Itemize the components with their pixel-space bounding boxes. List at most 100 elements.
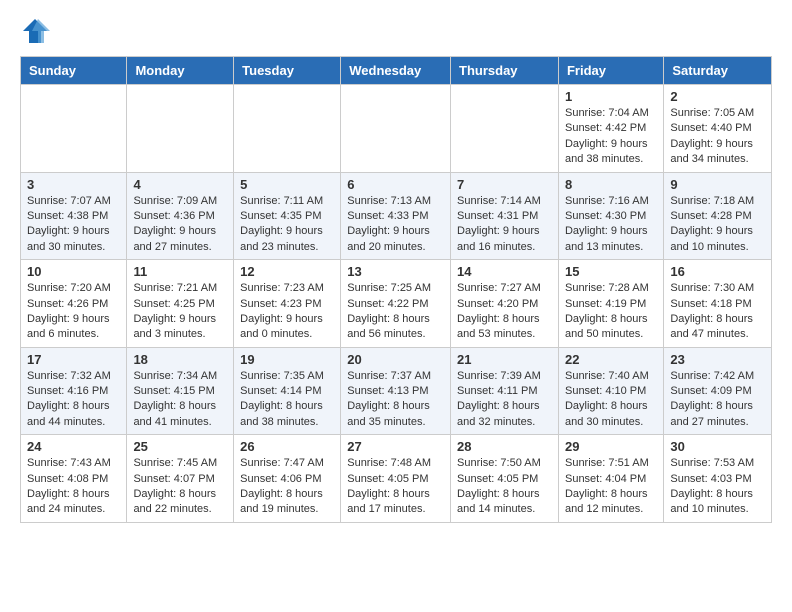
- day-number: 11: [133, 264, 227, 279]
- day-number: 26: [240, 439, 334, 454]
- day-number: 17: [27, 352, 120, 367]
- day-number: 15: [565, 264, 657, 279]
- day-info: Sunrise: 7:48 AM Sunset: 4:05 PM Dayligh…: [347, 456, 444, 518]
- day-info: Sunrise: 7:11 AM Sunset: 4:35 PM Dayligh…: [240, 194, 334, 256]
- day-info: Sunrise: 7:39 AM Sunset: 4:11 PM Dayligh…: [457, 369, 552, 431]
- day-info: Sunrise: 7:09 AM Sunset: 4:36 PM Dayligh…: [133, 194, 227, 256]
- day-cell: 9 Sunrise: 7:18 AM Sunset: 4:28 PM Daylig…: [664, 172, 772, 260]
- day-number: 2: [670, 89, 765, 104]
- day-info: Sunrise: 7:16 AM Sunset: 4:30 PM Dayligh…: [565, 194, 657, 256]
- day-info: Sunrise: 7:50 AM Sunset: 4:05 PM Dayligh…: [457, 456, 552, 518]
- col-header-friday: Friday: [558, 57, 663, 85]
- day-info: Sunrise: 7:27 AM Sunset: 4:20 PM Dayligh…: [457, 281, 552, 343]
- day-number: 13: [347, 264, 444, 279]
- calendar-table: SundayMondayTuesdayWednesdayThursdayFrid…: [20, 56, 772, 523]
- day-number: 8: [565, 177, 657, 192]
- day-cell: 28 Sunrise: 7:50 AM Sunset: 4:05 PM Dayli…: [451, 435, 559, 523]
- col-header-thursday: Thursday: [451, 57, 559, 85]
- col-header-saturday: Saturday: [664, 57, 772, 85]
- day-info: Sunrise: 7:40 AM Sunset: 4:10 PM Dayligh…: [565, 369, 657, 431]
- day-cell: 2 Sunrise: 7:05 AM Sunset: 4:40 PM Daylig…: [664, 85, 772, 173]
- day-number: 25: [133, 439, 227, 454]
- day-info: Sunrise: 7:45 AM Sunset: 4:07 PM Dayligh…: [133, 456, 227, 518]
- day-number: 6: [347, 177, 444, 192]
- day-number: 4: [133, 177, 227, 192]
- day-cell: 25 Sunrise: 7:45 AM Sunset: 4:07 PM Dayli…: [127, 435, 234, 523]
- day-number: 27: [347, 439, 444, 454]
- week-row-5: 24Sunrise: 7:43 AM Sunset: 4:08 PM Dayli…: [21, 435, 772, 523]
- day-cell: 15 Sunrise: 7:28 AM Sunset: 4:19 PM Dayli…: [558, 260, 663, 348]
- day-info: Sunrise: 7:47 AM Sunset: 4:06 PM Dayligh…: [240, 456, 334, 518]
- day-info: Sunrise: 7:05 AM Sunset: 4:40 PM Dayligh…: [670, 106, 765, 168]
- day-number: 5: [240, 177, 334, 192]
- day-cell: 4 Sunrise: 7:09 AM Sunset: 4:36 PM Daylig…: [127, 172, 234, 260]
- day-info: Sunrise: 7:30 AM Sunset: 4:18 PM Dayligh…: [670, 281, 765, 343]
- col-header-tuesday: Tuesday: [234, 57, 341, 85]
- day-cell: 19Sunrise: 7:35 AM Sunset: 4:14 PM Dayli…: [234, 347, 341, 435]
- day-cell: [451, 85, 559, 173]
- day-cell: [234, 85, 341, 173]
- day-cell: 22Sunrise: 7:40 AM Sunset: 4:10 PM Dayli…: [558, 347, 663, 435]
- day-number: 18: [133, 352, 227, 367]
- day-info: Sunrise: 7:34 AM Sunset: 4:15 PM Dayligh…: [133, 369, 227, 431]
- day-info: Sunrise: 7:14 AM Sunset: 4:31 PM Dayligh…: [457, 194, 552, 256]
- day-number: 1: [565, 89, 657, 104]
- day-cell: 18 Sunrise: 7:34 AM Sunset: 4:15 PM Dayli…: [127, 347, 234, 435]
- day-info: Sunrise: 7:20 AM Sunset: 4:26 PM Dayligh…: [27, 281, 120, 343]
- day-number: 28: [457, 439, 552, 454]
- day-number: 29: [565, 439, 657, 454]
- header-row: SundayMondayTuesdayWednesdayThursdayFrid…: [21, 57, 772, 85]
- day-cell: 17 Sunrise: 7:32 AM Sunset: 4:16 PM Dayli…: [21, 347, 127, 435]
- day-cell: [21, 85, 127, 173]
- page: SundayMondayTuesdayWednesdayThursdayFrid…: [0, 0, 792, 539]
- day-cell: 20Sunrise: 7:37 AM Sunset: 4:13 PM Dayli…: [341, 347, 451, 435]
- day-info: Sunrise: 7:42 AM Sunset: 4:09 PM Dayligh…: [670, 369, 765, 431]
- day-cell: [127, 85, 234, 173]
- day-cell: 21 Sunrise: 7:39 AM Sunset: 4:11 PM Dayli…: [451, 347, 559, 435]
- day-cell: 5 Sunrise: 7:11 AM Sunset: 4:35 PM Daylig…: [234, 172, 341, 260]
- day-info: Sunrise: 7:37 AM Sunset: 4:13 PM Dayligh…: [347, 369, 444, 431]
- day-info: Sunrise: 7:25 AM Sunset: 4:22 PM Dayligh…: [347, 281, 444, 343]
- day-cell: 26 Sunrise: 7:47 AM Sunset: 4:06 PM Dayli…: [234, 435, 341, 523]
- day-cell: 1 Sunrise: 7:04 AM Sunset: 4:42 PM Daylig…: [558, 85, 663, 173]
- week-row-2: 3 Sunrise: 7:07 AM Sunset: 4:38 PM Daylig…: [21, 172, 772, 260]
- day-cell: 29 Sunrise: 7:51 AM Sunset: 4:04 PM Dayli…: [558, 435, 663, 523]
- day-cell: 14Sunrise: 7:27 AM Sunset: 4:20 PM Dayli…: [451, 260, 559, 348]
- day-cell: 8 Sunrise: 7:16 AM Sunset: 4:30 PM Daylig…: [558, 172, 663, 260]
- day-number: 21: [457, 352, 552, 367]
- day-cell: 13 Sunrise: 7:25 AM Sunset: 4:22 PM Dayli…: [341, 260, 451, 348]
- header: [20, 16, 772, 46]
- day-number: 23: [670, 352, 765, 367]
- day-cell: 3 Sunrise: 7:07 AM Sunset: 4:38 PM Daylig…: [21, 172, 127, 260]
- day-info: Sunrise: 7:28 AM Sunset: 4:19 PM Dayligh…: [565, 281, 657, 343]
- day-cell: 24Sunrise: 7:43 AM Sunset: 4:08 PM Dayli…: [21, 435, 127, 523]
- day-info: Sunrise: 7:43 AM Sunset: 4:08 PM Dayligh…: [27, 456, 120, 518]
- day-cell: 11Sunrise: 7:21 AM Sunset: 4:25 PM Dayli…: [127, 260, 234, 348]
- day-cell: 27 Sunrise: 7:48 AM Sunset: 4:05 PM Dayli…: [341, 435, 451, 523]
- day-number: 30: [670, 439, 765, 454]
- day-number: 3: [27, 177, 120, 192]
- day-number: 10: [27, 264, 120, 279]
- day-number: 9: [670, 177, 765, 192]
- day-number: 19: [240, 352, 334, 367]
- day-info: Sunrise: 7:51 AM Sunset: 4:04 PM Dayligh…: [565, 456, 657, 518]
- col-header-monday: Monday: [127, 57, 234, 85]
- day-info: Sunrise: 7:32 AM Sunset: 4:16 PM Dayligh…: [27, 369, 120, 431]
- week-row-1: 1 Sunrise: 7:04 AM Sunset: 4:42 PM Daylig…: [21, 85, 772, 173]
- day-cell: [341, 85, 451, 173]
- day-info: Sunrise: 7:07 AM Sunset: 4:38 PM Dayligh…: [27, 194, 120, 256]
- col-header-wednesday: Wednesday: [341, 57, 451, 85]
- day-info: Sunrise: 7:53 AM Sunset: 4:03 PM Dayligh…: [670, 456, 765, 518]
- day-info: Sunrise: 7:04 AM Sunset: 4:42 PM Dayligh…: [565, 106, 657, 168]
- day-cell: 30 Sunrise: 7:53 AM Sunset: 4:03 PM Dayli…: [664, 435, 772, 523]
- logo-icon: [20, 16, 50, 46]
- day-cell: 6 Sunrise: 7:13 AM Sunset: 4:33 PM Daylig…: [341, 172, 451, 260]
- day-cell: 23 Sunrise: 7:42 AM Sunset: 4:09 PM Dayli…: [664, 347, 772, 435]
- day-info: Sunrise: 7:13 AM Sunset: 4:33 PM Dayligh…: [347, 194, 444, 256]
- week-row-3: 10 Sunrise: 7:20 AM Sunset: 4:26 PM Dayli…: [21, 260, 772, 348]
- logo: [20, 16, 54, 46]
- col-header-sunday: Sunday: [21, 57, 127, 85]
- day-info: Sunrise: 7:18 AM Sunset: 4:28 PM Dayligh…: [670, 194, 765, 256]
- day-cell: 7 Sunrise: 7:14 AM Sunset: 4:31 PM Daylig…: [451, 172, 559, 260]
- day-number: 7: [457, 177, 552, 192]
